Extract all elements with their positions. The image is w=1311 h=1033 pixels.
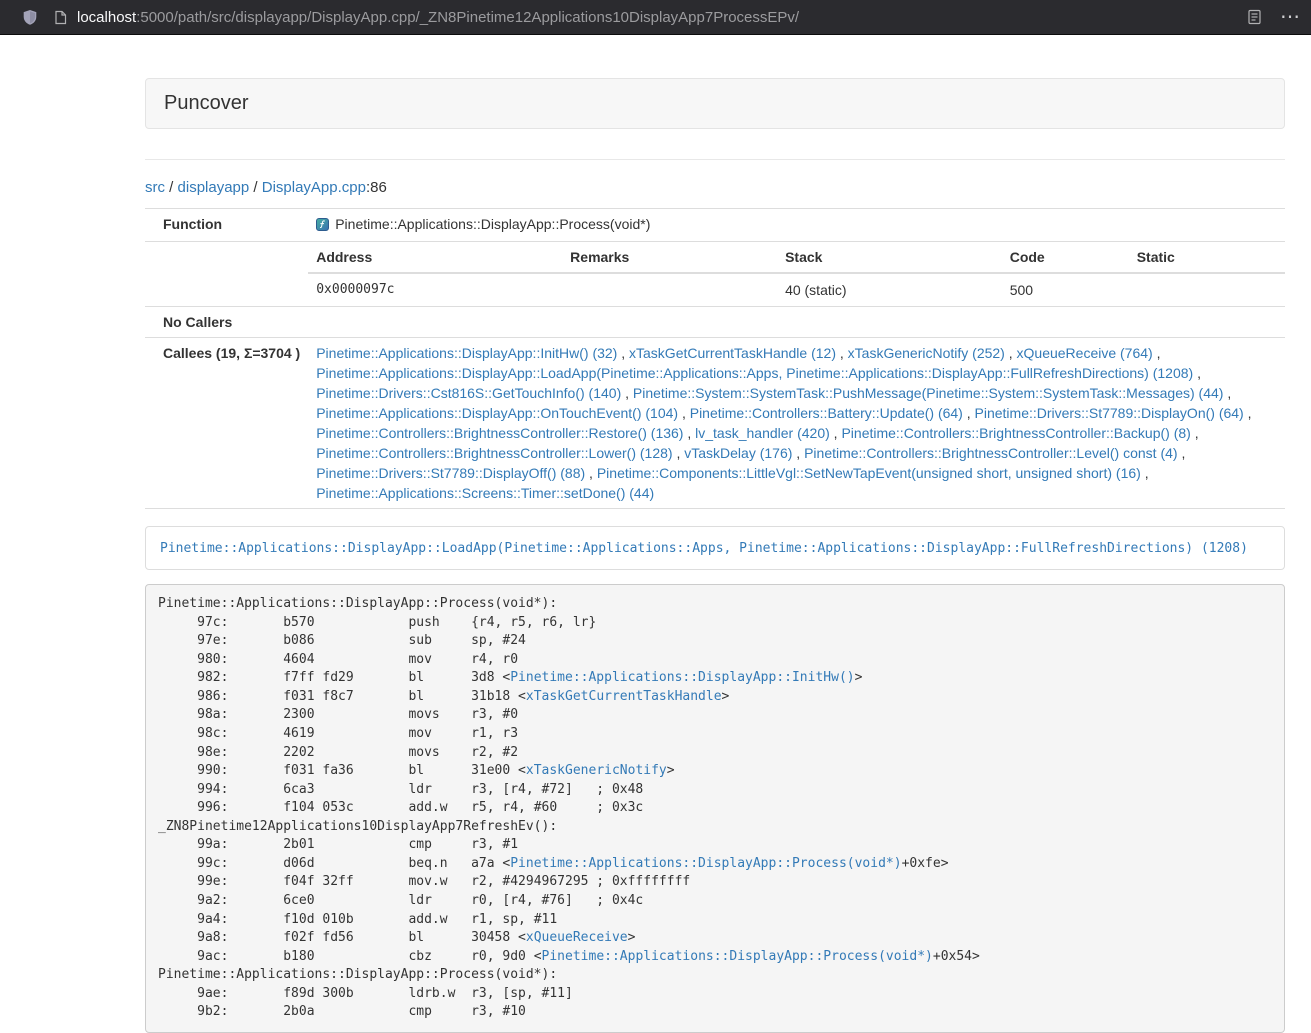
function-detail-table: Address Remarks Stack Code Static 0x0000…	[308, 242, 1285, 306]
asm-symbol-link[interactable]: Pinetime::Applications::DisplayApp::Proc…	[510, 856, 901, 871]
column-static: Static	[1129, 242, 1285, 273]
url-host: localhost	[77, 9, 136, 26]
callee-link[interactable]: vTaskDelay (176)	[684, 445, 792, 461]
callee-link[interactable]: Pinetime::Applications::Screens::Timer::…	[316, 485, 654, 501]
asm-symbol-link[interactable]: xQueueReceive	[526, 930, 628, 945]
column-code: Code	[1002, 242, 1129, 273]
callee-link[interactable]: xTaskGenericNotify (252)	[848, 345, 1005, 361]
static-value	[1129, 273, 1285, 306]
function-icon	[316, 216, 329, 236]
callee-link[interactable]: xQueueReceive (764)	[1017, 345, 1153, 361]
callee-link[interactable]: Pinetime::Controllers::BrightnessControl…	[316, 425, 683, 441]
browser-toolbar: localhost:5000/path/src/displayapp/Displ…	[0, 0, 1311, 35]
callees-label: Callees (19, Σ=3704 )	[145, 338, 308, 509]
callee-link[interactable]: Pinetime::System::SystemTask::PushMessag…	[633, 385, 1224, 401]
callee-link[interactable]: Pinetime::Drivers::St7789::DisplayOn() (…	[975, 405, 1244, 421]
code-value: 500	[1002, 273, 1129, 306]
callee-link[interactable]: Pinetime::Drivers::Cst816S::GetTouchInfo…	[316, 385, 621, 401]
table-row: Function Pin	[145, 209, 1285, 242]
largest-callee-panel: Pinetime::Applications::DisplayApp::Load…	[145, 526, 1285, 570]
callee-link[interactable]: xTaskGetCurrentTaskHandle (12)	[629, 345, 836, 361]
table-row: Callees (19, Σ=3704 ) Pinetime::Applicat…	[145, 338, 1285, 509]
empty-label-cell	[145, 242, 308, 307]
stack-value: 40 (static)	[777, 273, 1002, 306]
function-signature-cell: Pinetime::Applications::DisplayApp::Proc…	[308, 209, 1285, 242]
table-row: Address Remarks Stack Code Static 0x0000…	[145, 242, 1285, 307]
tracking-protection-shield-icon[interactable]	[22, 9, 38, 26]
page-info-icon[interactable]	[54, 10, 67, 25]
callees-list: Pinetime::Applications::DisplayApp::Init…	[308, 338, 1285, 509]
callee-link[interactable]: Pinetime::Controllers::Battery::Update()…	[690, 405, 963, 421]
callee-link[interactable]: Pinetime::Controllers::BrightnessControl…	[316, 445, 672, 461]
function-detail-cell: Address Remarks Stack Code Static 0x0000…	[308, 242, 1285, 307]
no-callers-label: No Callers	[145, 307, 308, 338]
remarks-value	[562, 273, 777, 306]
page-title: Puncover	[164, 92, 249, 114]
url-path: :5000/path/src/displayapp/DisplayApp.cpp…	[136, 9, 799, 26]
address-value: 0x0000097c	[308, 273, 562, 306]
app-header-panel: Puncover	[145, 78, 1285, 129]
asm-symbol-link[interactable]: Pinetime::Applications::DisplayApp::Proc…	[542, 949, 933, 964]
breadcrumb: src / displayapp / DisplayApp.cpp:86	[145, 178, 1285, 198]
function-label: Function	[145, 209, 308, 242]
column-address: Address	[308, 242, 562, 273]
breadcrumb-link[interactable]: displayapp	[178, 179, 250, 196]
asm-symbol-link[interactable]: xTaskGetCurrentTaskHandle	[526, 689, 722, 704]
table-row: No Callers	[145, 307, 1285, 338]
page-container: Puncover src / displayapp / DisplayApp.c…	[145, 78, 1285, 1033]
callee-link[interactable]: Pinetime::Components::LittleVgl::SetNewT…	[597, 465, 1141, 481]
callee-link[interactable]: Pinetime::Applications::DisplayApp::Init…	[316, 345, 617, 361]
largest-callee-link[interactable]: Pinetime::Applications::DisplayApp::Load…	[160, 541, 1248, 556]
table-row: 0x0000097c 40 (static) 500	[308, 273, 1285, 306]
asm-symbol-link[interactable]: Pinetime::Applications::DisplayApp::Init…	[510, 670, 854, 685]
menu-dots-icon[interactable]: ⋯	[1280, 7, 1301, 27]
no-callers-cell	[308, 307, 1285, 338]
disassembly-code: Pinetime::Applications::DisplayApp::Proc…	[145, 584, 1285, 1033]
callee-link[interactable]: Pinetime::Controllers::BrightnessControl…	[841, 425, 1190, 441]
callee-link[interactable]: Pinetime::Controllers::BrightnessControl…	[804, 445, 1177, 461]
breadcrumb-link[interactable]: src	[145, 179, 165, 196]
breadcrumb-link[interactable]: DisplayApp.cpp	[262, 179, 366, 196]
callee-link[interactable]: Pinetime::Drivers::St7789::DisplayOff() …	[316, 465, 585, 481]
callee-link[interactable]: lv_task_handler (420)	[695, 425, 830, 441]
callee-link[interactable]: Pinetime::Applications::DisplayApp::OnTo…	[316, 405, 678, 421]
callee-link[interactable]: Pinetime::Applications::DisplayApp::Load…	[316, 365, 1193, 381]
table-header-row: Address Remarks Stack Code Static	[308, 242, 1285, 273]
column-stack: Stack	[777, 242, 1002, 273]
function-table: Function Pin	[145, 208, 1285, 509]
divider	[145, 159, 1285, 160]
function-signature: Pinetime::Applications::DisplayApp::Proc…	[335, 216, 650, 232]
column-remarks: Remarks	[562, 242, 777, 273]
asm-symbol-link[interactable]: xTaskGenericNotify	[526, 763, 667, 778]
reader-mode-icon[interactable]	[1247, 9, 1262, 25]
url-bar[interactable]: localhost:5000/path/src/displayapp/Displ…	[77, 9, 1247, 26]
